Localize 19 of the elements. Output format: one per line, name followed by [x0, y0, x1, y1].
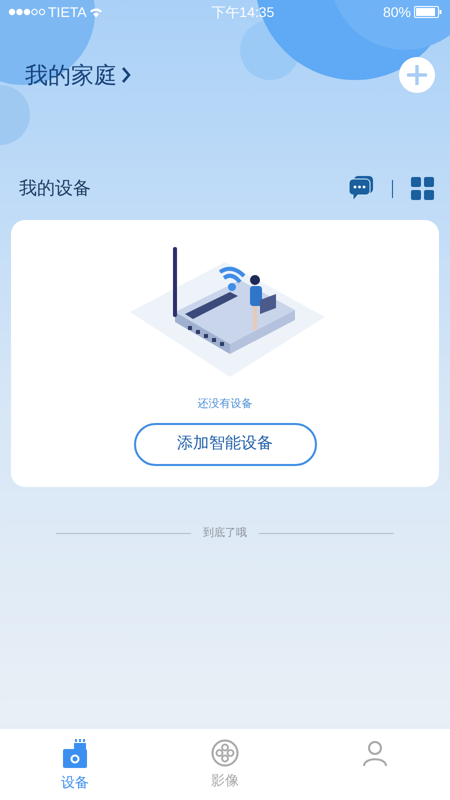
person-icon — [361, 739, 389, 767]
end-of-list-note: 到底了哦 — [203, 526, 247, 541]
film-reel-icon — [211, 739, 239, 767]
camera-icon — [62, 739, 88, 769]
carrier-name: TIETA — [48, 2, 87, 22]
grid-view-icon[interactable] — [411, 177, 434, 200]
wifi-icon — [88, 6, 103, 18]
chat-bubbles-icon[interactable] — [348, 175, 374, 202]
battery-percent: 80% — [382, 2, 411, 22]
add-button[interactable] — [399, 57, 435, 93]
tab-item[interactable]: 设备 — [0, 729, 150, 800]
chevron-right-icon[interactable] — [121, 66, 131, 84]
add-device-button[interactable]: 添加智能设备 — [134, 422, 316, 466]
plus-icon — [407, 65, 427, 85]
family-title[interactable]: 我的家庭 — [25, 58, 117, 92]
section-title: 我的设备 — [19, 177, 91, 200]
signal-icon — [8, 8, 46, 16]
empty-message: 还没有设备 — [198, 397, 252, 412]
battery-icon — [414, 6, 442, 18]
